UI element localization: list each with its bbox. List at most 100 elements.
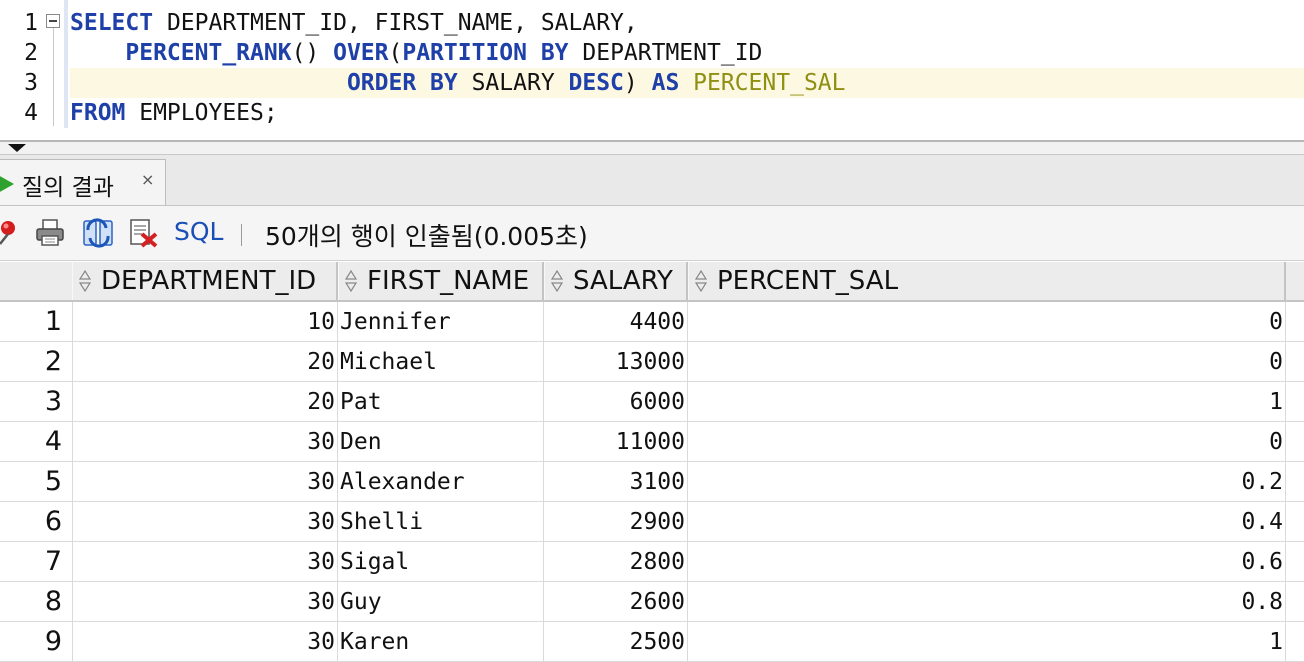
cell-first-name[interactable]: Michael xyxy=(338,342,544,382)
cell-department-id[interactable]: 30 xyxy=(72,622,338,662)
collapse-arrow-icon[interactable] xyxy=(8,144,26,152)
code-line[interactable]: PERCENT_RANK() OVER(PARTITION BY DEPARTM… xyxy=(70,38,1304,68)
tab-query-result-label: 질의 결과 xyxy=(22,175,114,201)
cell-department-id[interactable]: 30 xyxy=(72,462,338,502)
cell-salary[interactable]: 4400 xyxy=(544,302,688,342)
code-line[interactable]: ORDER BY SALARY DESC) AS PERCENT_SAL xyxy=(70,68,1304,98)
cell-department-id[interactable]: 10 xyxy=(72,302,338,342)
cell-first-name[interactable]: Pat xyxy=(338,382,544,422)
sql-keyword: PARTITION BY xyxy=(402,40,569,66)
cell-salary[interactable]: 2600 xyxy=(544,582,688,622)
row-number: 5 xyxy=(44,466,62,497)
cell-percent-sal[interactable]: 1 xyxy=(688,382,1286,422)
fold-guide-line xyxy=(53,28,54,126)
pin-icon[interactable] xyxy=(0,218,26,248)
column-header-label: SALARY xyxy=(573,266,673,296)
table-row[interactable]: 1 10 Jennifer 4400 0 xyxy=(0,302,1304,342)
sql-keyword: PERCENT_RANK xyxy=(125,40,292,66)
code-line[interactable]: SELECT DEPARTMENT_ID, FIRST_NAME, SALARY… xyxy=(70,8,1304,38)
line-number: 4 xyxy=(24,100,38,126)
cell-percent-sal[interactable]: 0 xyxy=(688,422,1286,462)
refresh-icon[interactable] xyxy=(82,218,114,248)
line-number: 2 xyxy=(24,40,38,66)
table-row[interactable]: 8 30 Guy 2600 0.8 xyxy=(0,582,1304,622)
cell-percent-sal[interactable]: 0 xyxy=(688,302,1286,342)
sql-keyword: FROM xyxy=(70,100,126,126)
cell-department-id[interactable]: 20 xyxy=(72,342,338,382)
column-header-department-id[interactable]: DEPARTMENT_ID xyxy=(72,262,338,300)
table-row[interactable]: 5 30 Alexander 3100 0.2 xyxy=(0,462,1304,502)
sql-keyword: OVER xyxy=(333,40,389,66)
cell-percent-sal[interactable]: 0.6 xyxy=(688,542,1286,582)
column-header-percent-sal[interactable]: PERCENT_SAL xyxy=(688,262,1286,300)
cell-first-name[interactable]: Karen xyxy=(338,622,544,662)
cell-percent-sal[interactable]: 0 xyxy=(688,342,1286,382)
cell-first-name[interactable]: Jennifer xyxy=(338,302,544,342)
code-token: () xyxy=(291,40,334,66)
cell-department-id[interactable]: 30 xyxy=(72,502,338,542)
table-row[interactable]: 3 20 Pat 6000 1 xyxy=(0,382,1304,422)
code-line[interactable]: FROM EMPLOYEES; xyxy=(70,98,1304,128)
print-icon[interactable] xyxy=(34,218,66,248)
cell-department-id[interactable]: 30 xyxy=(72,422,338,462)
sort-icon[interactable] xyxy=(551,270,563,292)
column-header-label: FIRST_NAME xyxy=(367,266,530,296)
column-header-first-name[interactable]: FIRST_NAME xyxy=(338,262,544,300)
column-header-salary[interactable]: SALARY xyxy=(544,262,688,300)
table-row[interactable]: 9 30 Karen 2500 1 xyxy=(0,622,1304,662)
row-number: 9 xyxy=(44,626,62,657)
cell-first-name[interactable]: Den xyxy=(338,422,544,462)
cell-first-name[interactable]: Alexander xyxy=(338,462,544,502)
cell-percent-sal[interactable]: 1 xyxy=(688,622,1286,662)
cell-salary[interactable]: 3100 xyxy=(544,462,688,502)
code-token: DEPARTMENT_ID xyxy=(568,40,763,66)
tab-close-icon[interactable]: × xyxy=(141,170,154,189)
cell-salary[interactable]: 13000 xyxy=(544,342,688,382)
cell-salary[interactable]: 6000 xyxy=(544,382,688,422)
cell-first-name[interactable]: Sigal xyxy=(338,542,544,582)
cell-salary[interactable]: 2900 xyxy=(544,502,688,542)
cell-salary[interactable]: 11000 xyxy=(544,422,688,462)
result-toolbar: SQL 50개의 행이 인출됨(0.005초) xyxy=(0,206,1304,261)
sql-editor[interactable]: 1 2 3 4 SELECT DEPARTMENT_ID, FIRST_NAME, S… xyxy=(0,0,1304,140)
cell-salary[interactable]: 2500 xyxy=(544,622,688,662)
sort-icon[interactable] xyxy=(695,270,707,292)
fetch-status-text: 50개의 행이 인출됨(0.005초) xyxy=(265,222,588,251)
cell-first-name[interactable]: Guy xyxy=(338,582,544,622)
cell-percent-sal[interactable]: 0.4 xyxy=(688,502,1286,542)
run-play-icon xyxy=(0,175,14,193)
sort-icon[interactable] xyxy=(345,270,357,292)
result-tab-strip: 질의 결과 × xyxy=(0,155,1304,206)
pane-splitter[interactable] xyxy=(0,142,1304,155)
sort-icon[interactable] xyxy=(79,270,91,292)
code-token: ( xyxy=(388,40,403,66)
cell-first-name[interactable]: Shelli xyxy=(338,502,544,542)
cell-department-id[interactable]: 20 xyxy=(72,382,338,422)
cell-department-id[interactable]: 30 xyxy=(72,542,338,582)
cell-percent-sal[interactable]: 0.8 xyxy=(688,582,1286,622)
row-number: 1 xyxy=(44,306,62,337)
result-grid[interactable]: DEPARTMENT_ID FIRST_NAME SALARY PERCENT_… xyxy=(0,262,1304,662)
line-number: 1 xyxy=(24,10,38,36)
cell-percent-sal[interactable]: 0.2 xyxy=(688,462,1286,502)
line-number: 3 xyxy=(24,70,38,96)
sql-keyword: SELECT xyxy=(70,10,154,36)
grid-header: DEPARTMENT_ID FIRST_NAME SALARY PERCENT_… xyxy=(0,262,1304,302)
sql-keyword: AS xyxy=(651,70,680,96)
sql-button[interactable]: SQL xyxy=(174,217,223,246)
table-row[interactable]: 6 30 Shelli 2900 0.4 xyxy=(0,502,1304,542)
cell-department-id[interactable]: 30 xyxy=(72,582,338,622)
table-row[interactable]: 2 20 Michael 13000 0 xyxy=(0,342,1304,382)
fold-collapse-icon[interactable] xyxy=(46,14,60,28)
export-cancel-icon[interactable] xyxy=(128,218,160,248)
gutter-separator xyxy=(64,0,68,128)
code-token: DEPARTMENT_ID, FIRST_NAME, SALARY, xyxy=(153,10,638,36)
table-row[interactable]: 4 30 Den 11000 0 xyxy=(0,422,1304,462)
editor-gutter: 1 2 3 4 xyxy=(0,0,64,140)
table-row[interactable]: 7 30 Sigal 2800 0.6 xyxy=(0,542,1304,582)
cell-salary[interactable]: 2800 xyxy=(544,542,688,582)
tab-query-result[interactable]: 질의 결과 × xyxy=(0,159,166,205)
row-number: 8 xyxy=(44,586,62,617)
